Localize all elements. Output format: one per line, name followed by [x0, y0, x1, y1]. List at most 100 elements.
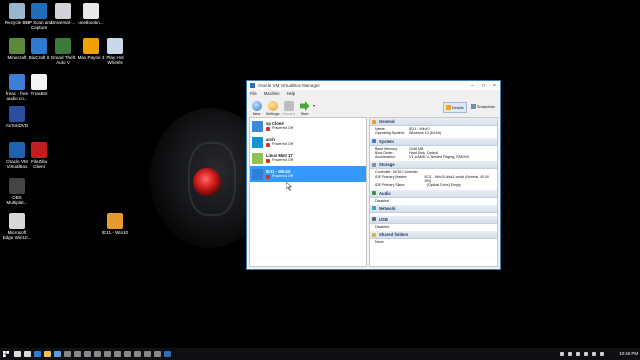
wallpaper-red-light	[193, 168, 221, 196]
taskbar-app-icon-4[interactable]	[94, 351, 101, 357]
vm-state: Powered Off	[266, 174, 293, 179]
settings-button[interactable]: Settings	[265, 101, 280, 116]
details-toggle[interactable]: Details	[443, 102, 467, 113]
vm-list-item[interactable]: IE11 - Win10 Powered Off	[250, 166, 366, 182]
desktop: Recycle Bin HP Scan and Capture Universal-…	[0, 0, 640, 348]
desktop-icon-label: Microsoft Edge Win10...	[2, 230, 32, 241]
taskbar-store-icon[interactable]	[54, 351, 61, 357]
vm-os-icon	[252, 136, 263, 148]
powered-off-icon	[266, 174, 270, 179]
detail-value: Windows 10 (64-bit)	[409, 131, 441, 136]
taskbar-app-icon-1[interactable]	[64, 351, 71, 357]
system-section-header[interactable]: System	[370, 137, 497, 146]
start-dropdown-icon[interactable]: ▾	[313, 103, 315, 108]
maximize-button[interactable]: □	[478, 83, 489, 89]
detail-value: [Optical Drive] Empty	[427, 183, 461, 188]
start-arrow-icon	[299, 101, 310, 111]
system-tray-icon[interactable]	[576, 352, 580, 356]
desktop-icon-unetbootin[interactable]: unetbootin...	[74, 3, 108, 25]
taskbar-virtualbox-icon[interactable]	[164, 351, 171, 357]
taskbar-edge-icon[interactable]	[34, 351, 41, 357]
taskbar-app-icon-5[interactable]	[104, 351, 111, 357]
taskbar-app-icon-6[interactable]	[114, 351, 121, 357]
vm-state: Powered Off	[266, 126, 293, 131]
desktop-icon-obs[interactable]: OBS Multiplat...	[0, 178, 34, 205]
max-payne-icon	[83, 38, 99, 54]
virtualbox-manager-window: Oracle VM VirtualBox Manager – □ × File …	[246, 80, 501, 270]
desktop-icon-avsmdvd[interactable]: AVSmDVD	[0, 106, 34, 128]
storage-detail-row: IDE Primary Slave: [Optical Drive] Empty	[375, 183, 493, 187]
taskbar-app-icon-2[interactable]	[74, 351, 81, 357]
detail-key: Operating System:	[375, 131, 405, 136]
ie11-vm-desktop-icon	[107, 213, 123, 229]
desktop-icon-edge-vm[interactable]: Microsoft Edge Win10...	[0, 213, 34, 240]
storage-title: Storage	[379, 162, 395, 168]
system-section-body: Base Memory: 2048 MB Boot Order: Hard Disk,…	[370, 146, 497, 162]
taskbar-app-icon-9[interactable]	[144, 351, 151, 357]
powered-off-icon	[266, 158, 270, 163]
system-detail-row: Acceleration: VT-x/AMD-V, Nested Paging, …	[375, 155, 493, 159]
detail-value: IE11 - Win10-disk1.vmdk (Normal, 40.00 G…	[424, 174, 489, 184]
details-icon	[446, 105, 451, 110]
desktop-icon-trivabot-file[interactable]: TrivaBot	[22, 74, 56, 96]
taskbar-app-icon-3[interactable]	[84, 351, 91, 357]
shared-folder-icon	[372, 232, 376, 237]
trivabot-file-icon	[31, 74, 47, 90]
discard-arrow-icon	[283, 101, 294, 111]
vm-list-item[interactable]: arch Powered Off	[250, 134, 366, 150]
vm-state: Powered Off	[266, 158, 293, 163]
taskbar-explorer-icon[interactable]	[44, 351, 51, 357]
usb-section-header[interactable]: USB	[370, 215, 497, 224]
usb-icon	[372, 217, 376, 222]
menu-file[interactable]: File	[250, 91, 257, 96]
new-label: New	[252, 112, 261, 116]
vm-state: Powered Off	[266, 142, 293, 147]
title-bar[interactable]: Oracle VM VirtualBox Manager – □ ×	[247, 81, 500, 90]
snapshots-label: Snapshots	[477, 104, 495, 109]
taskbar-app-icon-7[interactable]	[124, 351, 131, 357]
system-chip-icon	[372, 139, 376, 144]
shared-folders-section-header[interactable]: Shared folders	[370, 231, 497, 240]
taskbar-app-icon-10[interactable]	[154, 351, 161, 357]
vm-state-label: Powered Off	[272, 174, 294, 178]
taskbar-search-icon[interactable]	[14, 351, 21, 357]
snapshots-toggle[interactable]: Snapshots	[469, 102, 497, 111]
taskbar-taskview-icon[interactable]	[24, 351, 31, 357]
network-section-header[interactable]: Network	[370, 204, 497, 213]
discard-button[interactable]: Discard	[281, 101, 296, 116]
system-tray-icon[interactable]	[584, 352, 588, 356]
system-tray-icon[interactable]	[568, 352, 572, 356]
windows-start-icon[interactable]	[3, 351, 9, 357]
vm-list-item[interactable]: Linux Mint 17 Powered Off	[250, 150, 366, 166]
window-title: Oracle VM VirtualBox Manager	[258, 83, 320, 88]
desktop-icon-ie11-vm-desktop[interactable]: IE11 - Win10	[98, 213, 132, 235]
vm-list-item[interactable]: xp Clone Powered Off	[250, 118, 366, 134]
system-tray-icon[interactable]	[600, 352, 604, 356]
desktop-icon-filezilla[interactable]: FileZilla Client	[22, 142, 56, 169]
audio-title: Audio	[379, 190, 391, 196]
powered-off-icon	[266, 142, 270, 147]
taskbar-clock[interactable]: 10:46 PM	[619, 351, 638, 356]
menu-help[interactable]: Help	[287, 91, 296, 96]
general-section-header[interactable]: General	[370, 118, 497, 126]
storage-disk-icon	[372, 162, 376, 167]
desktop-icon-label: AVSmDVD	[5, 123, 29, 128]
storage-section-header[interactable]: Storage	[370, 161, 497, 170]
desktop-icon-label: IE11 - Win10	[101, 230, 129, 235]
toolbar: New Settings Discard Start ▾ Details Sna…	[247, 96, 500, 116]
start-button[interactable]: Start	[297, 101, 312, 116]
taskbar-app-icon-8[interactable]	[134, 351, 141, 357]
vm-list: xp Clone Powered Off arch Powered Off Linux …	[249, 117, 367, 267]
audio-section-body: Disabled	[370, 198, 497, 205]
system-tray-icon[interactable]	[592, 352, 596, 356]
system-tray-icon[interactable]	[560, 352, 564, 356]
new-button[interactable]: New	[249, 101, 264, 116]
vm-state-label: Powered Off	[272, 126, 294, 130]
desktop-icon-hot-wheels[interactable]: Play Hot Wheels	[98, 38, 132, 65]
desktop-icon-label: unetbootin...	[78, 20, 104, 25]
audio-section-header[interactable]: Audio	[370, 189, 497, 198]
settings-gear-icon	[267, 101, 278, 111]
menu-machine[interactable]: Machine	[264, 91, 280, 96]
close-button[interactable]: ×	[489, 83, 500, 89]
minimize-button[interactable]: –	[467, 83, 478, 89]
